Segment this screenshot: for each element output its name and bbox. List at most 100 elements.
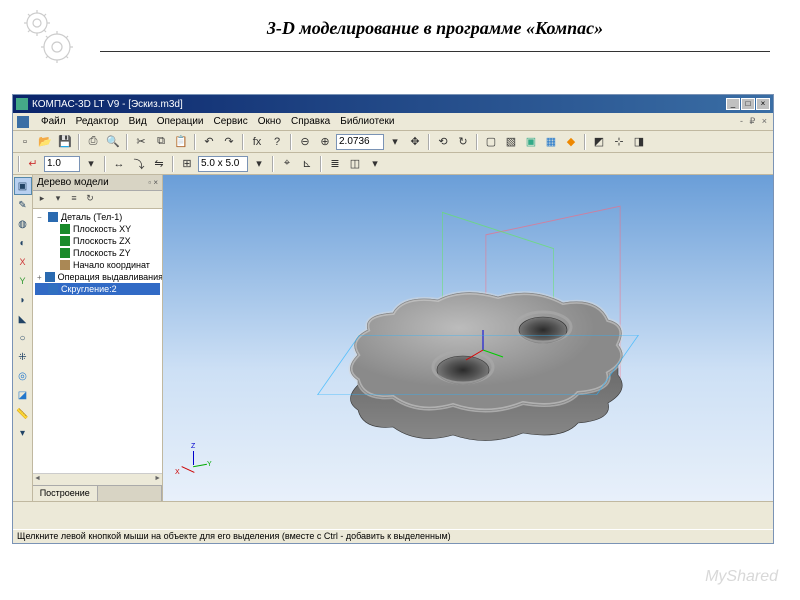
tree-item[interactable]: −Деталь (Тел-1) xyxy=(35,211,160,223)
axis-icon[interactable]: ⊹ xyxy=(610,133,628,151)
status-text: Щелкните левой кнопкой мыши на объекте д… xyxy=(17,531,451,541)
grid-dropdown-icon[interactable]: ▾ xyxy=(250,155,268,173)
left-toolbar: ▣ ✎ ◍ ◐ X Y ◗ ◣ ○ ⁜ ◎ ◪ 📏 ▾ xyxy=(13,175,33,501)
zoom-input[interactable] xyxy=(336,134,384,150)
tree-refresh-icon[interactable]: ↻ xyxy=(83,193,97,207)
tool-axis-x-icon[interactable]: X xyxy=(14,253,32,271)
minimize-button[interactable]: _ xyxy=(726,98,740,110)
refresh-icon[interactable]: ↻ xyxy=(454,133,472,151)
stop-icon[interactable]: ↵ xyxy=(24,155,42,173)
wireframe-icon[interactable]: ▢ xyxy=(482,133,500,151)
mirror-icon[interactable]: ⇋ xyxy=(150,155,168,173)
tool-fillet-icon[interactable]: ◗ xyxy=(14,291,32,309)
zoom-in-icon[interactable]: ⊕ xyxy=(316,133,334,151)
preview-icon[interactable]: 🔍 xyxy=(104,133,122,151)
shaded-edges-icon[interactable]: ▦ xyxy=(542,133,560,151)
tool-shell-icon[interactable]: ◎ xyxy=(14,367,32,385)
menu-help[interactable]: Справка xyxy=(291,116,330,127)
cut-icon[interactable]: ✂ xyxy=(132,133,150,151)
config-icon[interactable]: ◨ xyxy=(630,133,648,151)
scale-input[interactable] xyxy=(44,156,80,172)
tree-tab-build[interactable]: Построение xyxy=(33,486,98,501)
tree-body[interactable]: −Деталь (Тел-1)Плоскость XYПлоскость ZXП… xyxy=(33,209,162,473)
shaded-icon[interactable]: ▣ xyxy=(522,133,540,151)
scale-dropdown-icon[interactable]: ▾ xyxy=(82,155,100,173)
print-icon[interactable]: ⎙ xyxy=(84,133,102,151)
pan-icon[interactable]: ✥ xyxy=(406,133,424,151)
new-icon[interactable]: ▫ xyxy=(16,133,34,151)
ortho-icon[interactable]: ⊾ xyxy=(298,155,316,173)
open-icon[interactable]: 📂 xyxy=(36,133,54,151)
layer-icon[interactable]: ≣ xyxy=(326,155,344,173)
move-icon[interactable]: ↔ xyxy=(110,155,128,173)
tree-collapse-icon[interactable]: ▾ xyxy=(51,193,65,207)
tool-extrude-icon[interactable]: ◍ xyxy=(14,215,32,233)
tree-item[interactable]: Начало координат xyxy=(35,259,160,271)
undo-icon[interactable]: ↶ xyxy=(200,133,218,151)
rotate2-icon[interactable]: ⤵ xyxy=(130,155,148,173)
close-button[interactable]: × xyxy=(756,98,770,110)
tool-chamfer-icon[interactable]: ◣ xyxy=(14,310,32,328)
app-icon xyxy=(16,98,28,110)
tool-rib-icon[interactable]: ◪ xyxy=(14,386,32,404)
save-icon[interactable]: 💾 xyxy=(56,133,74,151)
menu-file[interactable]: Файл xyxy=(41,116,66,127)
tree-panel-buttons[interactable]: ▫ × xyxy=(148,178,158,187)
tool-measure-icon[interactable]: 📏 xyxy=(14,405,32,423)
menubar: Файл Редактор Вид Операции Сервис Окно С… xyxy=(13,113,773,131)
doc-icon xyxy=(17,116,29,128)
tree-item[interactable]: Плоскость XY xyxy=(35,223,160,235)
tree-filter-icon[interactable]: ≡ xyxy=(67,193,81,207)
menu-view[interactable]: Вид xyxy=(129,116,147,127)
tree-toolbar: ▸ ▾ ≡ ↻ xyxy=(33,191,162,209)
grid-icon[interactable]: ⊞ xyxy=(178,155,196,173)
more-icon[interactable]: ▾ xyxy=(366,155,384,173)
fx-icon[interactable]: fx xyxy=(248,133,266,151)
section-icon[interactable]: ◩ xyxy=(590,133,608,151)
redo-icon[interactable]: ↷ xyxy=(220,133,238,151)
tool-cut-icon[interactable]: ◐ xyxy=(14,234,32,252)
menu-libraries[interactable]: Библиотеки xyxy=(340,116,394,127)
viewport-3d[interactable]: Z X Y xyxy=(163,175,773,501)
zoom-dropdown-icon[interactable]: ▾ xyxy=(386,133,404,151)
zoom-out-icon[interactable]: ⊖ xyxy=(296,133,314,151)
tree-item[interactable]: Скругление:2 xyxy=(35,283,160,295)
tool-select-icon[interactable]: ▣ xyxy=(14,177,32,195)
tool-sketch-icon[interactable]: ✎ xyxy=(14,196,32,214)
plane-xy xyxy=(317,335,639,395)
window-title: КОМПАС-3D LT V9 - [Эскиз.m3d] xyxy=(32,99,183,110)
tree-item[interactable]: Плоскость ZX xyxy=(35,235,160,247)
menu-operations[interactable]: Операции xyxy=(157,116,204,127)
props-icon[interactable]: ◫ xyxy=(346,155,364,173)
titlebar: КОМПАС-3D LT V9 - [Эскиз.m3d] _ □ × xyxy=(13,95,773,113)
window-controls: _ □ × xyxy=(726,98,770,110)
title-underline xyxy=(100,51,770,52)
axis-triad: Z X Y xyxy=(181,451,213,483)
hidden-icon[interactable]: ▧ xyxy=(502,133,520,151)
bottom-panel xyxy=(13,501,773,529)
tree-tab-other[interactable] xyxy=(98,486,163,501)
tree-expand-icon[interactable]: ▸ xyxy=(35,193,49,207)
help-icon[interactable]: ? xyxy=(268,133,286,151)
tool-hole-icon[interactable]: ○ xyxy=(14,329,32,347)
watermark: MyShared xyxy=(705,568,778,586)
rotate-icon[interactable]: ⟲ xyxy=(434,133,452,151)
tree-item[interactable]: Плоскость ZY xyxy=(35,247,160,259)
tool-pattern-icon[interactable]: ⁜ xyxy=(14,348,32,366)
render-icon[interactable]: ◆ xyxy=(562,133,580,151)
snap-icon[interactable]: ⌖ xyxy=(278,155,296,173)
tree-title: Дерево модели ▫ × xyxy=(33,175,162,191)
grid-input[interactable] xyxy=(198,156,248,172)
tree-hscroll[interactable] xyxy=(33,473,162,485)
subwindow-controls[interactable]: - ₽ × xyxy=(740,116,769,127)
tree-item[interactable]: +Операция выдавливания:1 xyxy=(35,271,160,283)
menu-edit[interactable]: Редактор xyxy=(76,116,119,127)
copy-icon[interactable]: ⧉ xyxy=(152,133,170,151)
maximize-button[interactable]: □ xyxy=(741,98,755,110)
paste-icon[interactable]: 📋 xyxy=(172,133,190,151)
tool-axis-y-icon[interactable]: Y xyxy=(14,272,32,290)
tool-more-icon[interactable]: ▾ xyxy=(14,424,32,442)
menu-service[interactable]: Сервис xyxy=(214,116,248,127)
toolbar-sketch: ↵ ▾ ↔ ⤵ ⇋ ⊞ ▾ ⌖ ⊾ ≣ ◫ ▾ xyxy=(13,153,773,175)
menu-window[interactable]: Окно xyxy=(258,116,281,127)
